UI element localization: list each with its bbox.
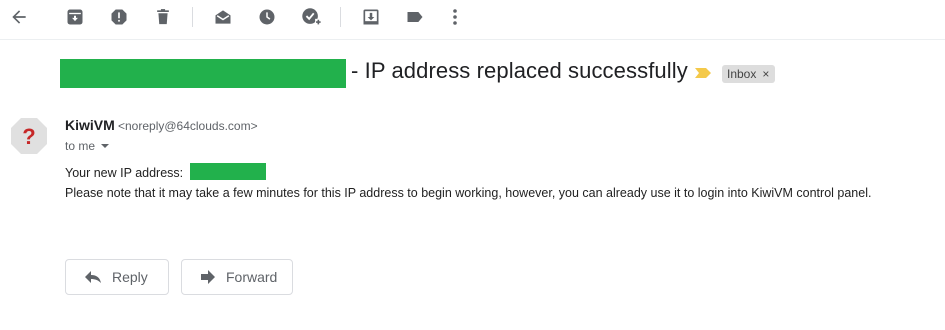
add-to-tasks-icon[interactable] bbox=[297, 4, 325, 30]
body-line-note: Please note that it may take a few minut… bbox=[65, 186, 872, 200]
subject-redaction bbox=[60, 59, 346, 88]
chevron-down-icon bbox=[101, 144, 110, 148]
ip-redaction bbox=[190, 163, 266, 180]
importance-marker-icon[interactable] bbox=[694, 66, 712, 84]
remove-label-icon[interactable]: × bbox=[762, 67, 769, 81]
sender-name: KiwiVM bbox=[65, 117, 115, 133]
forward-icon bbox=[201, 270, 215, 284]
move-to-icon[interactable] bbox=[357, 4, 385, 30]
reply-button[interactable]: Reply bbox=[65, 259, 169, 295]
reply-label: Reply bbox=[112, 269, 148, 285]
recipient-label: to me bbox=[65, 139, 96, 153]
snooze-icon[interactable] bbox=[253, 4, 281, 30]
body-line-ip: Your new IP address: bbox=[65, 166, 184, 180]
reply-icon bbox=[85, 271, 101, 283]
mark-unread-icon[interactable] bbox=[209, 4, 237, 30]
forward-button[interactable]: Forward bbox=[181, 259, 293, 295]
sender-email: <noreply@64clouds.com> bbox=[118, 119, 258, 133]
subject-title: - IP address replaced successfully bbox=[351, 58, 688, 83]
recipient-details-toggle[interactable]: to me bbox=[65, 139, 110, 153]
more-icon[interactable] bbox=[441, 4, 469, 30]
forward-label: Forward bbox=[226, 269, 278, 285]
archive-icon[interactable] bbox=[61, 4, 89, 30]
back-arrow-icon[interactable] bbox=[5, 4, 33, 30]
report-spam-icon[interactable] bbox=[105, 4, 133, 30]
avatar[interactable]: ? bbox=[10, 117, 48, 155]
delete-icon[interactable] bbox=[149, 4, 177, 30]
inbox-label-text: Inbox bbox=[727, 67, 757, 81]
toolbar bbox=[0, 0, 945, 40]
labels-icon[interactable] bbox=[401, 4, 429, 30]
inbox-label-chip: Inbox × bbox=[722, 65, 776, 83]
svg-text:?: ? bbox=[22, 124, 35, 149]
